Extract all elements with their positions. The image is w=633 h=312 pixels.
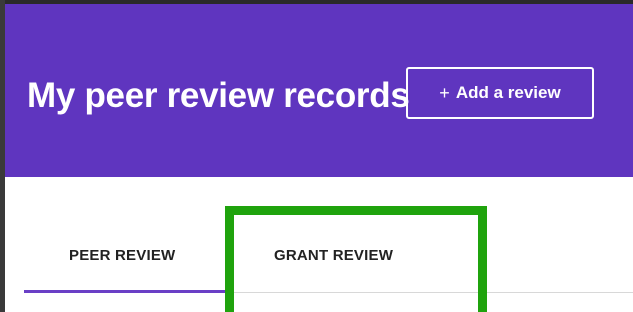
page-header: My peer review records + Add a review (5, 4, 633, 177)
tab-peer-review[interactable]: PEER REVIEW (69, 247, 175, 264)
active-tab-indicator (24, 290, 225, 293)
review-type-tabs: PEER REVIEW GRANT REVIEW (5, 177, 633, 312)
page-title: My peer review records (27, 76, 410, 115)
tabs-divider (223, 292, 633, 293)
add-review-button[interactable]: + Add a review (406, 67, 594, 119)
plus-icon: + (439, 83, 450, 103)
tab-grant-review[interactable]: GRANT REVIEW (274, 247, 393, 264)
add-review-label: Add a review (455, 83, 561, 102)
